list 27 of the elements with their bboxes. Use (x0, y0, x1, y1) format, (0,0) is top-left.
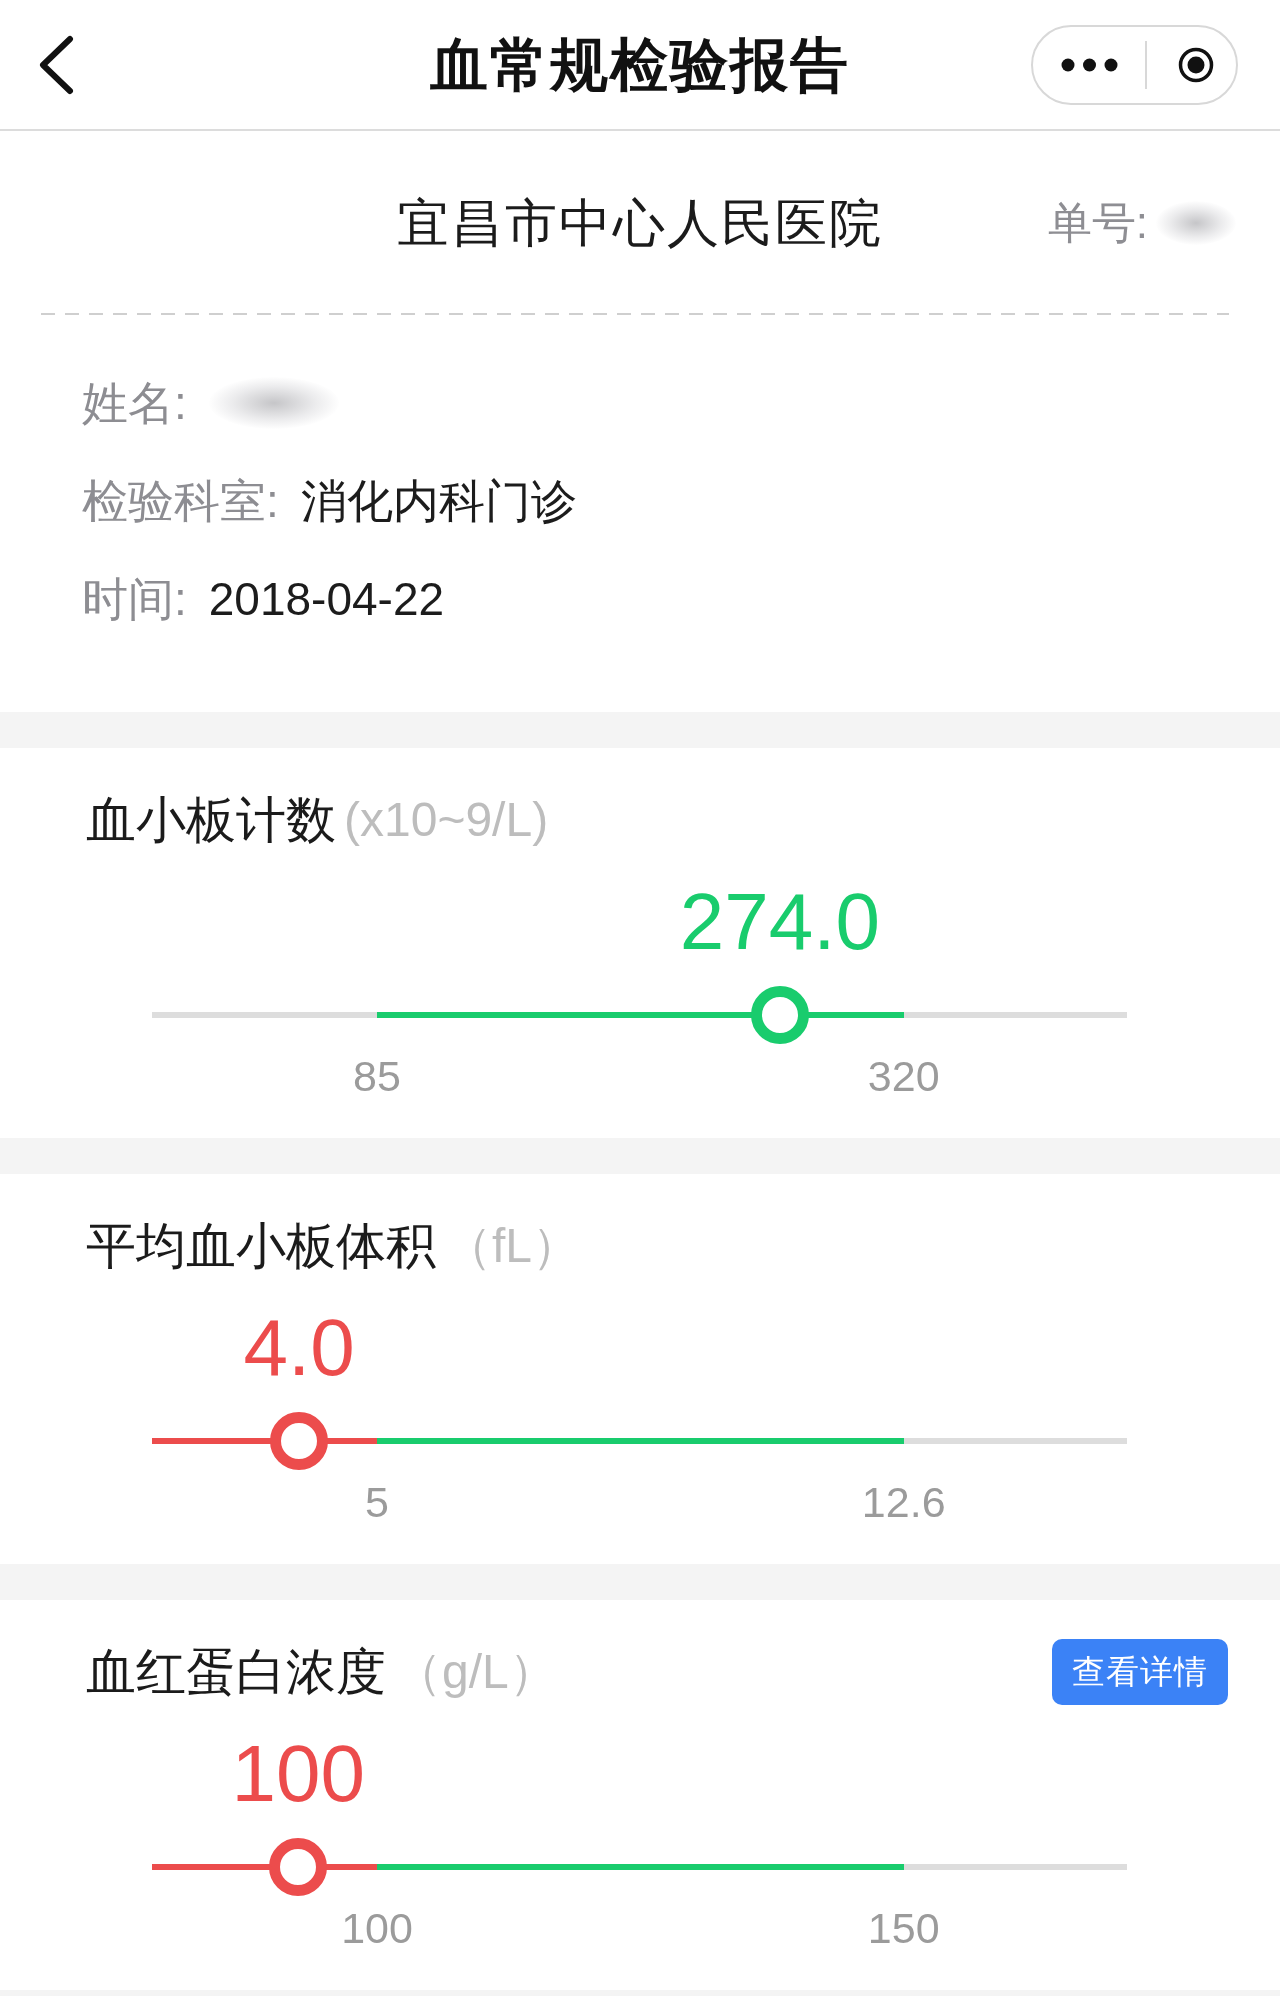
more-icon[interactable] (1061, 57, 1118, 72)
range-max-value: 320 (867, 1051, 940, 1101)
field-label: 姓名: (82, 376, 187, 431)
test-unit: （fL） (444, 1218, 581, 1274)
field-value: 2018-04-22 (208, 572, 445, 627)
field-label: 时间: (82, 572, 187, 627)
page-title: 血常规检验报告 (430, 30, 850, 99)
view-details-button[interactable]: 查看详情 (1052, 1639, 1228, 1705)
order-number-label: 单号: (1047, 197, 1148, 249)
field-value: 消化内科门诊 (300, 474, 577, 529)
result-value: 100 (231, 1729, 365, 1819)
test-name: 血小板计数 (86, 791, 336, 850)
test-unit: (x10~9/L) (344, 792, 549, 848)
field-label: 检验科室: (82, 474, 279, 529)
test-unit: （g/L） (394, 1644, 557, 1700)
back-icon[interactable] (37, 34, 75, 95)
range-max-value: 12.6 (861, 1477, 946, 1527)
range-max-value: 150 (867, 1903, 940, 1953)
range-min-value: 85 (353, 1051, 401, 1101)
hospital-name: 宜昌市中心人民医院 (397, 193, 883, 254)
test-name: 血红蛋白浓度 (86, 1643, 386, 1702)
result-value: 274.0 (679, 877, 880, 967)
range-min-value: 100 (341, 1903, 413, 1953)
result-value: 4.0 (243, 1303, 355, 1393)
range-min-value: 5 (365, 1477, 389, 1527)
test-name: 平均血小板体积 (86, 1217, 436, 1276)
target-icon[interactable] (1178, 46, 1214, 83)
